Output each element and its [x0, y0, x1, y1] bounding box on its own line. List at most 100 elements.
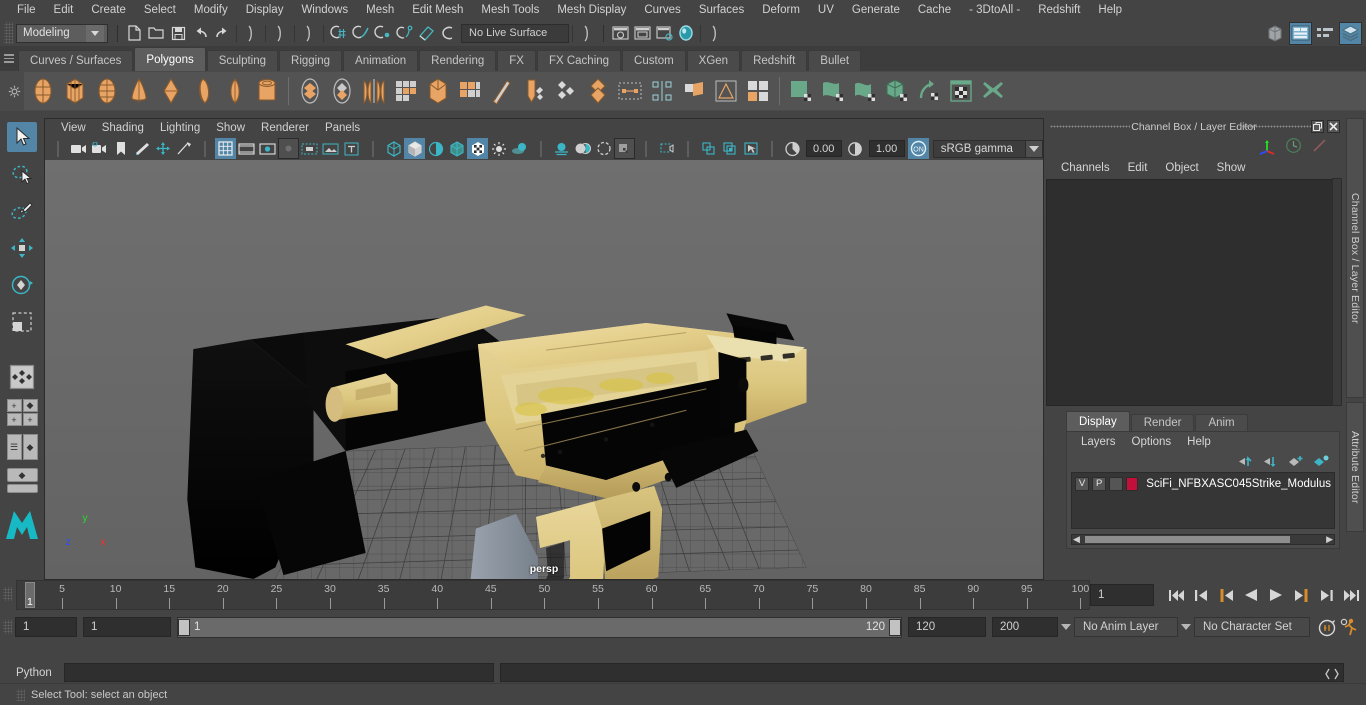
playback-end-time-field[interactable]: 120 — [908, 617, 986, 637]
layer-tab-render[interactable]: Render — [1130, 414, 1195, 431]
layer-menu-layers[interactable]: Layers — [1073, 435, 1124, 449]
scroll-right-arrow-icon[interactable]: ▶ — [1326, 535, 1333, 544]
menu-item-mesh[interactable]: Mesh — [357, 2, 403, 18]
snap-to-projected-center-icon[interactable] — [393, 22, 415, 44]
poly-quad-draw-icon[interactable] — [646, 74, 678, 108]
four-view-layout[interactable]: + — [6, 399, 22, 412]
viewport-menu-lighting[interactable]: Lighting — [152, 121, 208, 135]
command-output[interactable] — [500, 663, 1344, 682]
scroll-left-arrow-icon[interactable]: ◀ — [1073, 535, 1080, 544]
select-camera-icon[interactable] — [68, 138, 89, 159]
menu-item-edit-mesh[interactable]: Edit Mesh — [403, 2, 472, 18]
bookmark-icon[interactable] — [110, 138, 131, 159]
text-overlay-icon[interactable] — [341, 138, 362, 159]
go-to-start-icon[interactable] — [1165, 584, 1187, 606]
chevron-down-icon[interactable] — [86, 24, 104, 42]
poly-append-icon[interactable] — [518, 74, 550, 108]
poly-separate-icon[interactable] — [326, 74, 358, 108]
layer-tab-display[interactable]: Display — [1066, 411, 1130, 431]
show-hide-attribute-editor-icon[interactable] — [1289, 21, 1312, 45]
channel-box-menu-object[interactable]: Object — [1156, 161, 1207, 175]
live-surface-field[interactable]: No Live Surface — [461, 23, 569, 43]
render-current-frame-icon[interactable] — [609, 22, 631, 44]
toolbar-grip[interactable] — [4, 22, 13, 44]
menu-item-curves[interactable]: Curves — [635, 2, 689, 18]
color-management-field[interactable]: sRGB gamma — [932, 139, 1026, 158]
layer-list-horizontal-scrollbar[interactable]: ◀ ▶ — [1071, 534, 1335, 545]
layer-row[interactable]: V P SciFi_NFBXASC045Strike_Modulus — [1075, 476, 1331, 491]
lighting-icon[interactable] — [488, 138, 509, 159]
menu-item-file[interactable]: File — [8, 2, 45, 18]
new-layer-icon[interactable] — [1288, 455, 1304, 468]
single-pane-layout[interactable]: ◆ — [6, 468, 38, 482]
manipulator-axis-icon[interactable] — [1258, 137, 1276, 155]
new-layer-from-selection-icon[interactable] — [1313, 455, 1329, 468]
grid-toggle-icon[interactable] — [215, 138, 236, 159]
move-layer-down-icon[interactable] — [1263, 455, 1279, 468]
channel-box-menu-channels[interactable]: Channels — [1052, 161, 1119, 175]
gate-mask-icon[interactable] — [278, 138, 299, 159]
poly-uv-icon[interactable] — [710, 74, 742, 108]
make-live-icon[interactable] — [437, 22, 459, 44]
poly-crease-icon[interactable] — [678, 74, 710, 108]
select-by-hierarchy-icon[interactable] — [240, 22, 262, 44]
select-by-object-icon[interactable] — [269, 22, 291, 44]
menu-item-redshift[interactable]: Redshift — [1029, 2, 1089, 18]
auto-keyframe-icon[interactable] — [1316, 616, 1338, 638]
step-back-keyframe-icon[interactable] — [1190, 584, 1212, 606]
menu-item-display[interactable]: Display — [237, 2, 293, 18]
poly-bridge-icon[interactable] — [486, 74, 518, 108]
shelf-tab-curves-surfaces[interactable]: Curves / Surfaces — [18, 50, 134, 71]
persp-graph-layout[interactable]: ☰ — [6, 434, 22, 460]
exposure-icon[interactable] — [782, 138, 803, 159]
select-by-component-icon[interactable] — [298, 22, 320, 44]
clock-icon[interactable] — [1285, 137, 1302, 154]
show-hide-tool-settings-icon[interactable] — [1314, 22, 1337, 45]
shelf-tab-fx-caching[interactable]: FX Caching — [536, 50, 622, 71]
use-default-material-icon[interactable] — [467, 138, 488, 159]
timeline-grip[interactable] — [3, 587, 12, 601]
uv-automatic-icon[interactable] — [849, 74, 881, 108]
color-management-toggle-icon[interactable]: ON — [907, 138, 929, 159]
select-by-dynamics-icon[interactable] — [704, 22, 726, 44]
menu-item-uv[interactable]: UV — [809, 2, 843, 18]
poly-boolean-icon[interactable] — [422, 74, 454, 108]
persp-outliner-layout[interactable]: ◆ — [22, 399, 38, 412]
channel-box-menu-show[interactable]: Show — [1208, 161, 1255, 175]
film-origin-icon[interactable] — [299, 138, 320, 159]
shelf-tab-animation[interactable]: Animation — [343, 50, 419, 71]
layer-tab-anim[interactable]: Anim — [1195, 414, 1248, 431]
shaded-wireframe-icon[interactable] — [425, 138, 446, 159]
layer-name[interactable]: SciFi_NFBXASC045Strike_Modulus — [1146, 478, 1331, 490]
close-icon[interactable] — [1327, 120, 1340, 133]
anim-layer-chevron-down-icon[interactable] — [1058, 617, 1074, 637]
poly-smooth-icon[interactable] — [390, 74, 422, 108]
select-objects-icon[interactable] — [740, 138, 761, 159]
show-hide-channel-box-icon[interactable] — [1339, 21, 1362, 45]
paint-select-tool[interactable] — [7, 196, 37, 226]
shelf-menu-handle-icon[interactable] — [2, 46, 16, 71]
gamma-field[interactable]: 1.00 — [868, 140, 905, 157]
range-start-handle[interactable] — [178, 618, 190, 636]
menu-item-modify[interactable]: Modify — [185, 2, 237, 18]
viewport-menu-panels[interactable]: Panels — [317, 121, 368, 135]
menu-item-help[interactable]: Help — [1089, 2, 1131, 18]
shadows-icon[interactable] — [173, 138, 194, 159]
shelf-tab-polygons[interactable]: Polygons — [134, 47, 206, 71]
wireframe-icon[interactable] — [383, 138, 404, 159]
menu-item-cache[interactable]: Cache — [909, 2, 960, 18]
outliner-persp-layout[interactable]: + — [22, 413, 38, 426]
range-grip[interactable] — [3, 620, 12, 634]
side-tab-channel-box[interactable]: Channel Box / Layer Editor — [1346, 118, 1364, 398]
uv-editor-icon[interactable] — [945, 74, 977, 108]
resolution-gate-icon[interactable] — [257, 138, 278, 159]
layer-playback-toggle[interactable]: P — [1092, 476, 1107, 491]
saved-layouts-strip[interactable] — [6, 484, 38, 493]
uv-planar-icon[interactable] — [742, 74, 774, 108]
anti-alias-icon[interactable] — [593, 138, 614, 159]
menu-item-generate[interactable]: Generate — [843, 2, 909, 18]
gamma-icon[interactable] — [845, 138, 866, 159]
poly-combine-icon[interactable] — [294, 74, 326, 108]
character-set-selector[interactable]: No Character Set — [1194, 617, 1310, 637]
panel-title-bar[interactable]: Channel Box / Layer Editor — [1044, 118, 1344, 135]
